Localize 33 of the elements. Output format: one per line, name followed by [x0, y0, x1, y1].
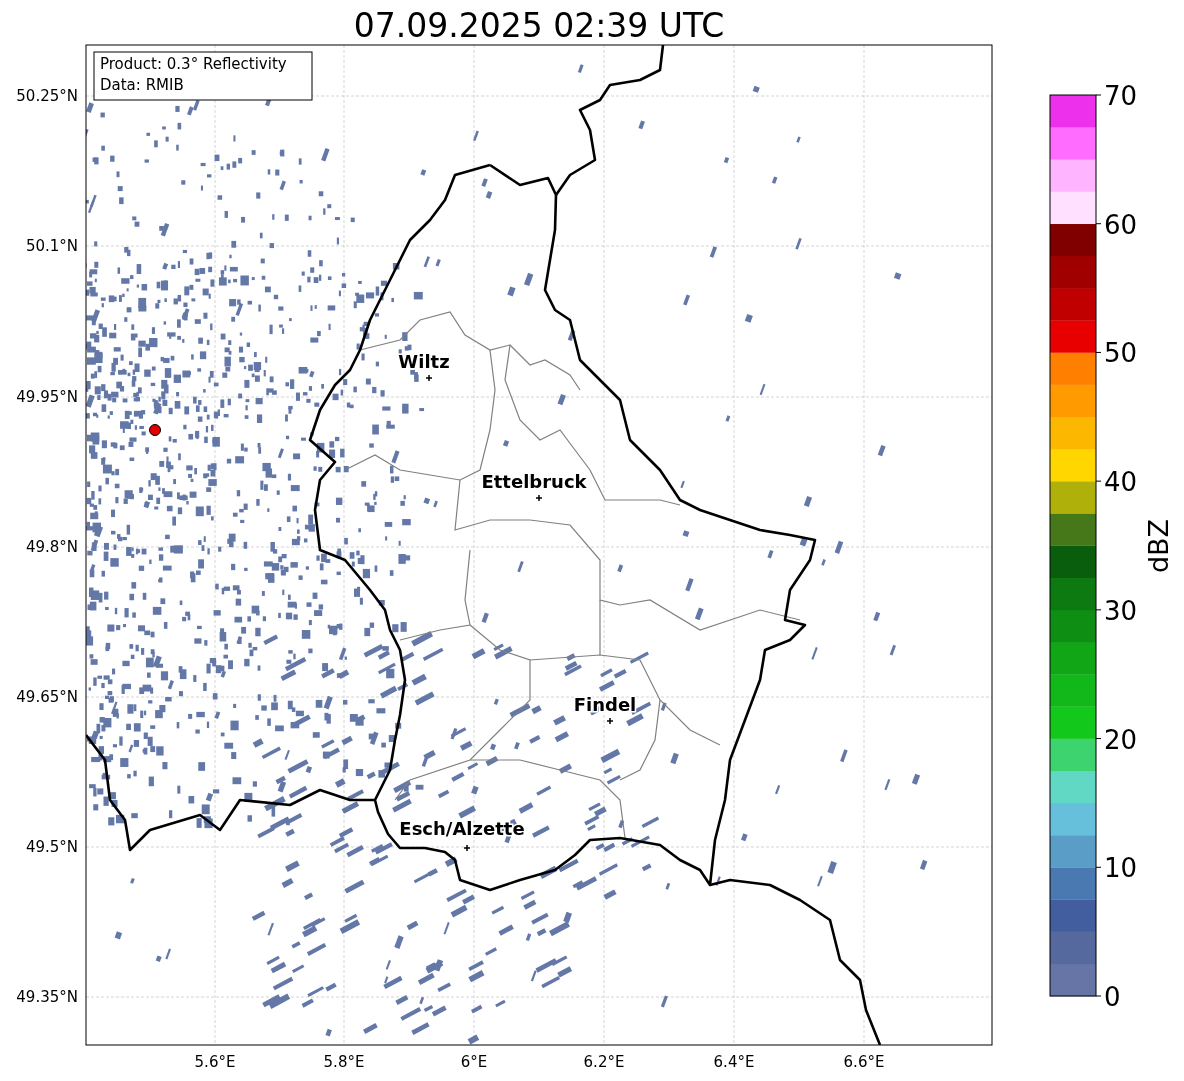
city-marker [425, 374, 433, 382]
latitude-label: 50.1°N [25, 237, 78, 255]
city-marker [535, 494, 543, 502]
longitude-label: 5.6°E [194, 1053, 236, 1071]
colorbar-title: dBZ [1143, 518, 1174, 574]
colorbar-label: 70 [1104, 81, 1138, 111]
city-marker [606, 717, 614, 725]
city-label: Findel [573, 694, 637, 715]
longitude-label: 6.4°E [713, 1053, 755, 1071]
colorbar-label: 60 [1104, 209, 1138, 240]
map-title: 07.09.2025 02:39 UTC [353, 6, 725, 45]
colorbar-label: 40 [1104, 467, 1138, 498]
latitude-label: 49.65°N [16, 688, 78, 706]
longitude-label: 5.8°E [323, 1053, 365, 1071]
radar-site-marker [149, 424, 161, 436]
city-label: Wiltz [398, 351, 450, 372]
latitude-label: 49.8°N [25, 538, 78, 556]
latitude-label: 49.95°N [16, 388, 78, 406]
latitude-label: 50.25°N [16, 87, 78, 105]
info-text: Product: 0.3° Reflectivity [100, 55, 287, 73]
city-marker [463, 844, 471, 852]
colorbar-label: 50 [1104, 338, 1138, 369]
longitude-label: 6°E [460, 1053, 488, 1071]
colorbar-label: 30 [1104, 595, 1138, 626]
colorbar-label: 0 [1104, 982, 1121, 1012]
colorbar-label: 10 [1104, 853, 1138, 884]
city-label: Ettelbruck [481, 471, 587, 492]
latitude-label: 49.35°N [16, 988, 78, 1006]
info-text: Data: RMIB [100, 76, 184, 94]
longitude-label: 6.2°E [583, 1053, 625, 1071]
latitude-label: 49.5°N [25, 838, 78, 856]
colorbar-label: 20 [1104, 724, 1138, 755]
longitude-label: 6.6°E [843, 1053, 885, 1071]
